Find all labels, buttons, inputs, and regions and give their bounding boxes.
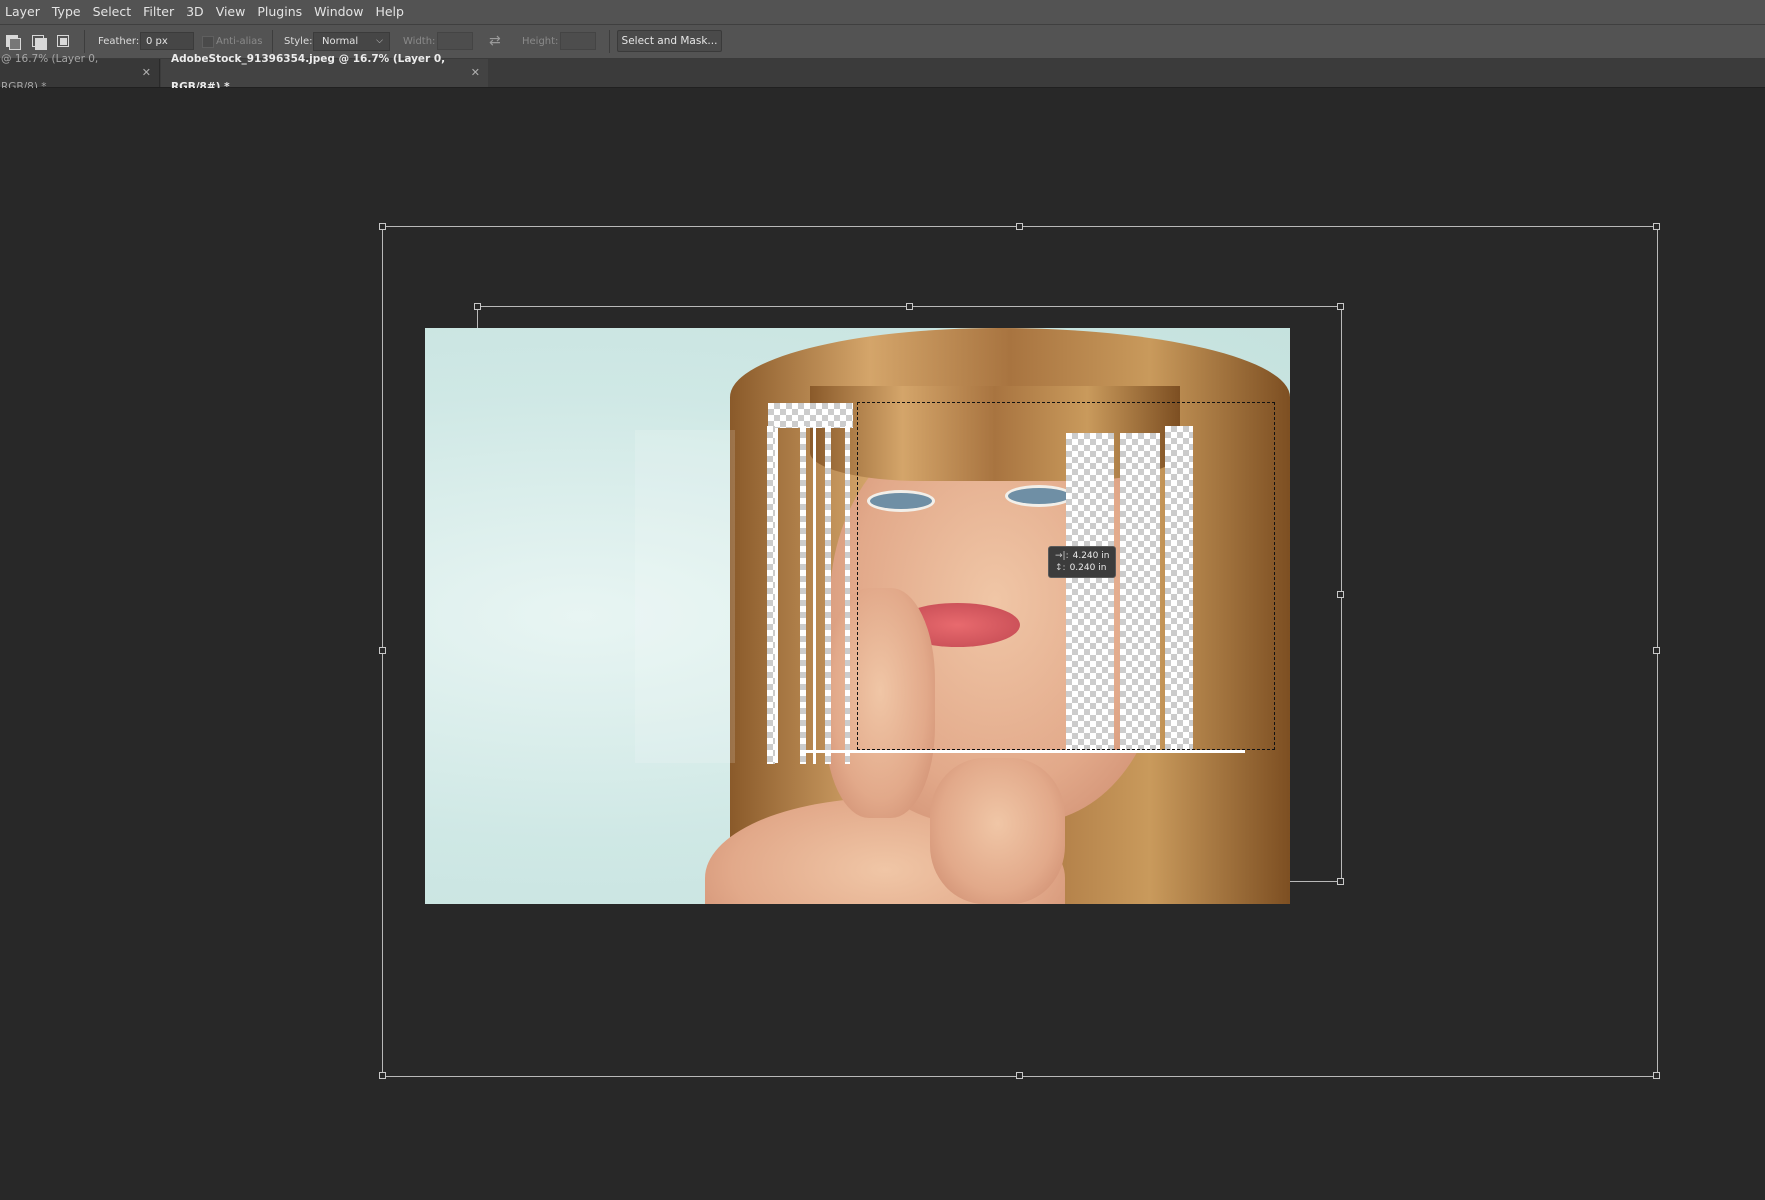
document-image[interactable] (425, 328, 1290, 904)
divider (609, 30, 610, 53)
menu-help[interactable]: Help (369, 0, 410, 24)
transform-handle[interactable] (1653, 223, 1660, 230)
document-tab-bar: @ 16.7% (Layer 0, RGB/8) * ✕ AdobeStock_… (0, 53, 1765, 93)
menu-3d[interactable]: 3D (180, 0, 210, 24)
transform-handle[interactable] (906, 303, 913, 310)
transform-handle[interactable] (1337, 878, 1344, 885)
tab-document-2[interactable]: AdobeStock_91396354.jpeg @ 16.7% (Layer … (161, 53, 488, 93)
transparent-area (800, 426, 806, 764)
transform-handle[interactable] (1653, 1072, 1660, 1079)
transform-handle[interactable] (379, 647, 386, 654)
transform-handle[interactable] (1016, 1072, 1023, 1079)
layer-edge (813, 424, 816, 764)
menu-view[interactable]: View (210, 0, 252, 24)
height-label: Height: (522, 36, 559, 47)
menu-bar: Layer Type Select Filter 3D View Plugins… (0, 0, 1765, 25)
menu-window[interactable]: Window (308, 0, 369, 24)
layer-edge (805, 750, 1245, 753)
menu-type[interactable]: Type (46, 0, 87, 24)
menu-filter[interactable]: Filter (137, 0, 180, 24)
transform-handle[interactable] (379, 1072, 386, 1079)
close-icon[interactable]: ✕ (471, 59, 480, 87)
transform-handle[interactable] (1337, 303, 1344, 310)
transform-handle[interactable] (1653, 647, 1660, 654)
transform-handle[interactable] (474, 303, 481, 310)
transform-handle[interactable] (1016, 223, 1023, 230)
transparent-area (825, 426, 831, 764)
close-icon[interactable]: ✕ (142, 59, 151, 87)
swap-width-height-icon[interactable]: ⇄ (489, 33, 501, 49)
menu-plugins[interactable]: Plugins (251, 0, 308, 24)
height-arrow-icon: ↕: (1055, 563, 1066, 573)
width-arrow-icon: →|: (1055, 551, 1069, 561)
transparent-area (845, 426, 850, 764)
dimension-tooltip: →|: 4.240 in ↕: 0.240 in (1048, 546, 1116, 578)
transparent-area (768, 403, 853, 428)
select-and-mask-button[interactable]: Select and Mask... (617, 30, 722, 52)
hand-lower (930, 758, 1065, 904)
height-input[interactable] (560, 32, 596, 50)
offset-layer-ghost (635, 430, 735, 763)
menu-layer[interactable]: Layer (0, 0, 46, 24)
transform-handle[interactable] (1337, 591, 1344, 598)
tooltip-width-value: 4.240 in (1072, 551, 1110, 561)
transparent-area (767, 426, 775, 764)
layer-edge (775, 428, 778, 763)
tooltip-height-value: 0.240 in (1069, 563, 1107, 573)
menu-select[interactable]: Select (87, 0, 138, 24)
tab-document-1[interactable]: @ 16.7% (Layer 0, RGB/8) * ✕ (0, 53, 160, 93)
transform-handle[interactable] (379, 223, 386, 230)
